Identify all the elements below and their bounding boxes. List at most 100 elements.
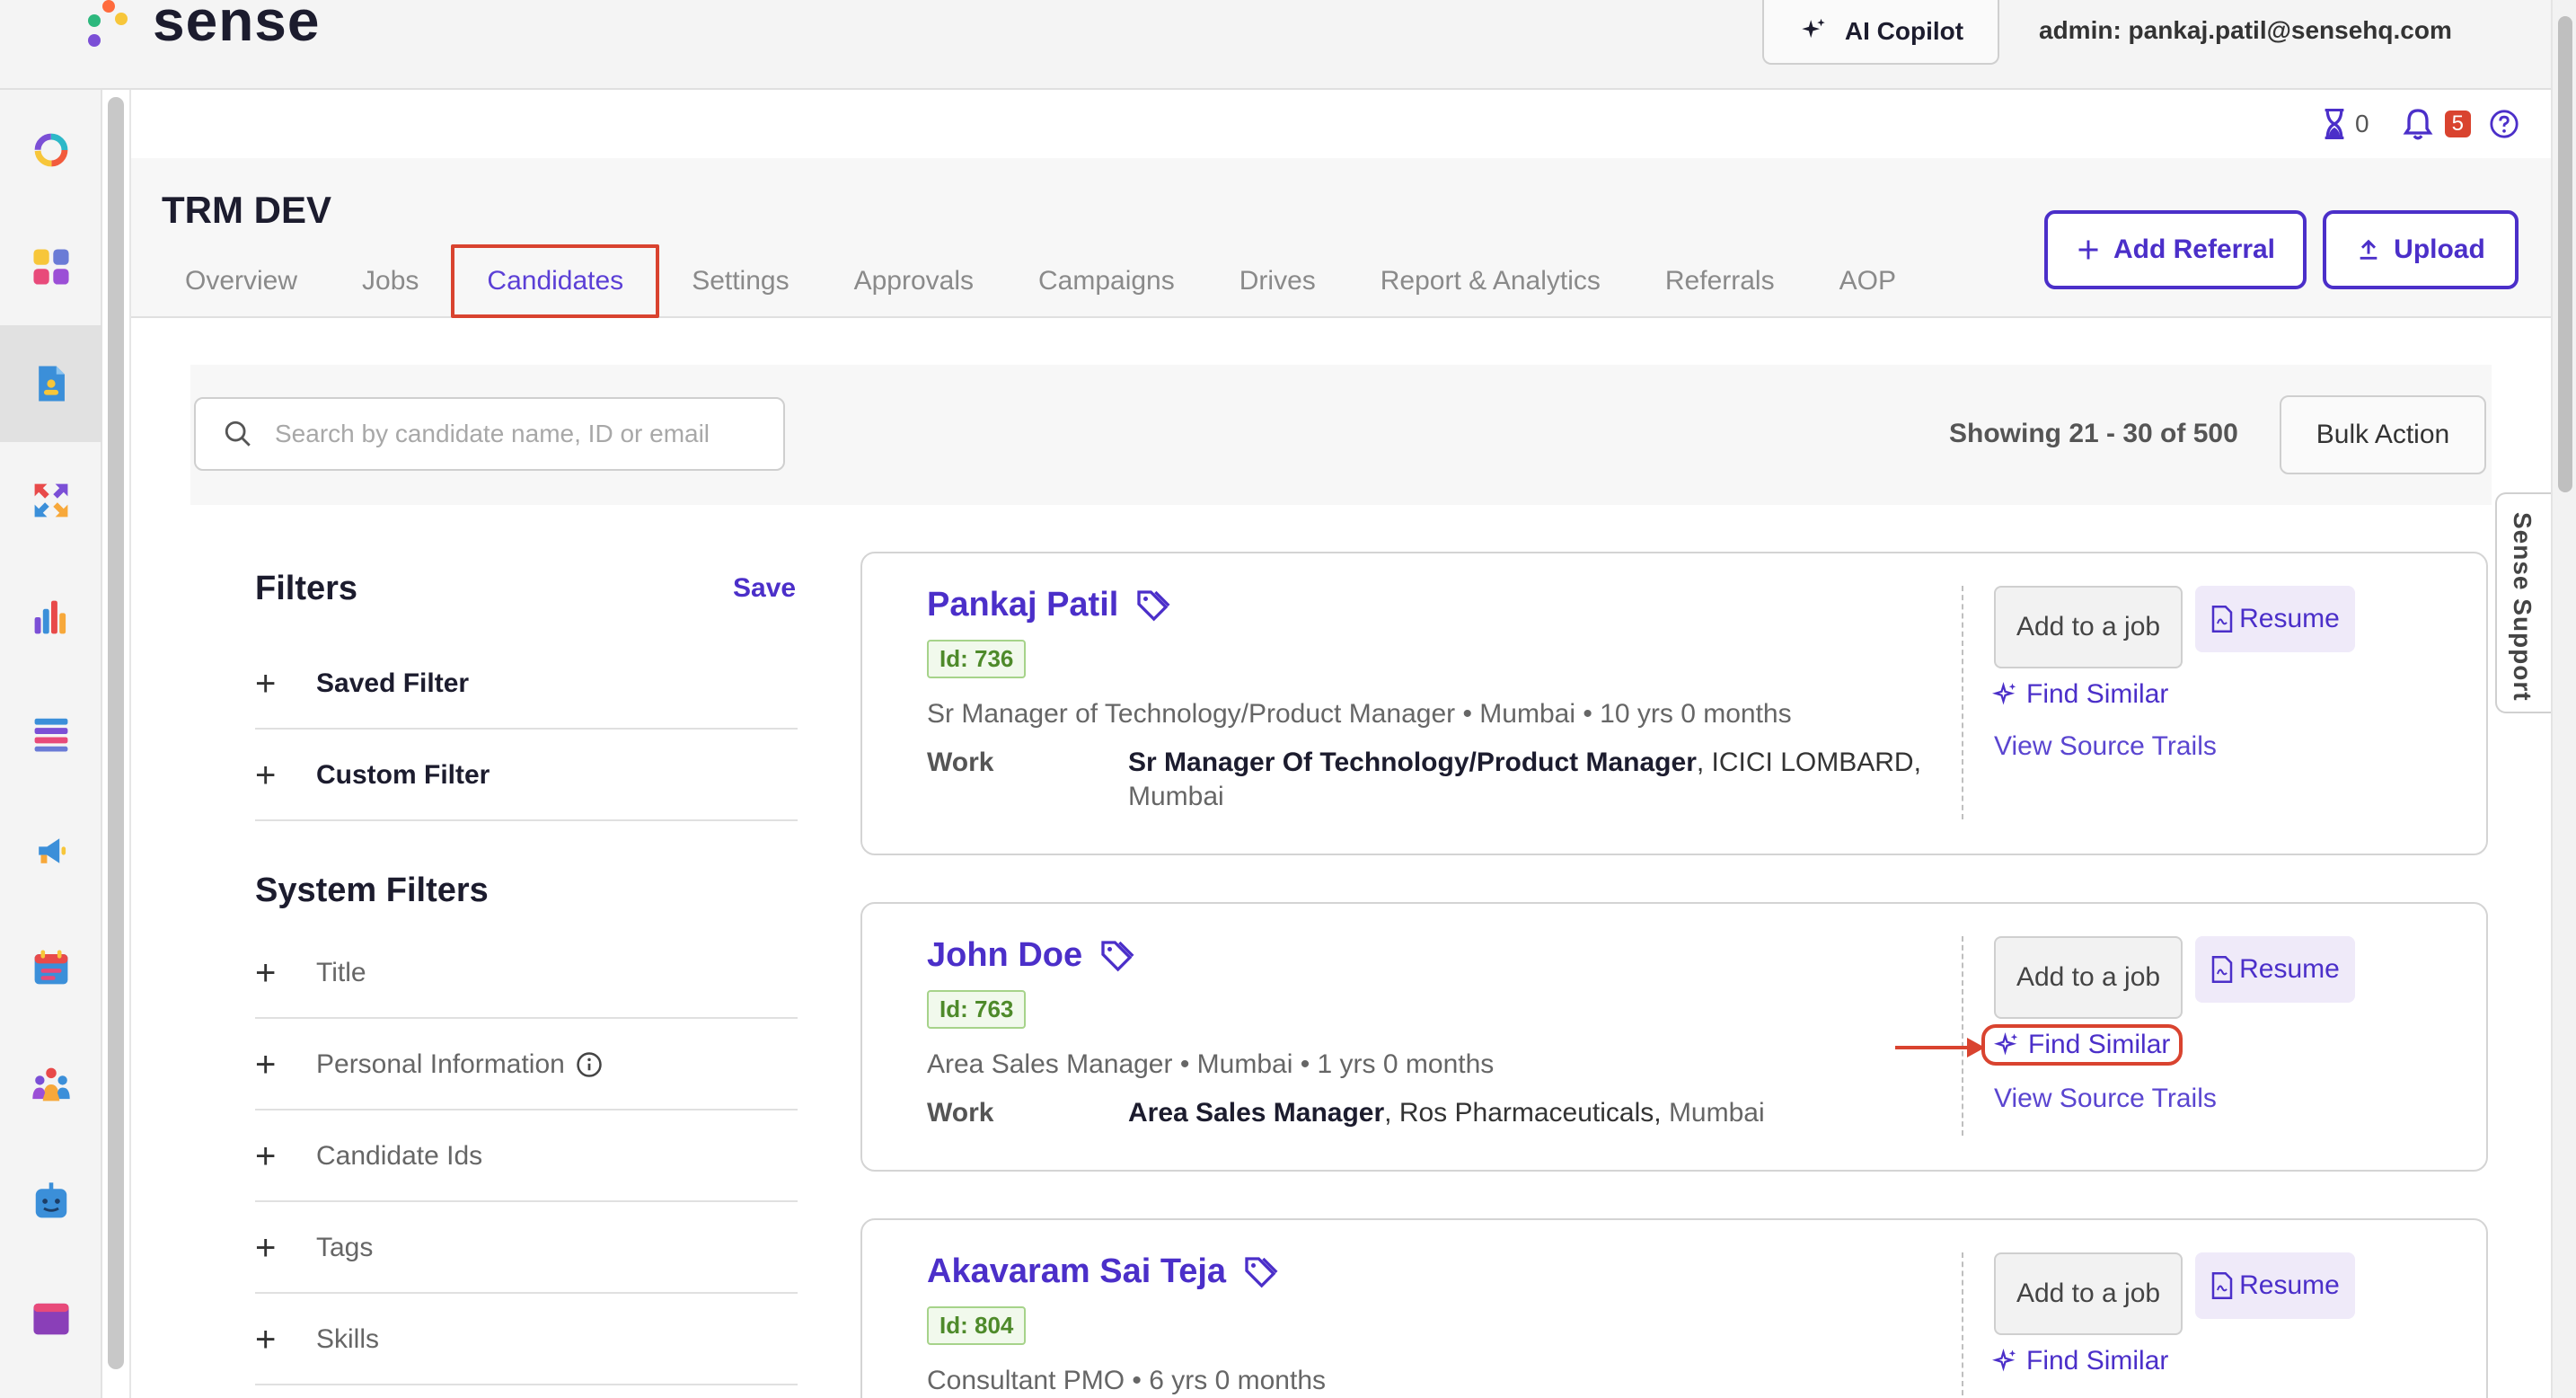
plus-icon: + [255,952,277,993]
upload-icon [2360,239,2378,260]
apps-grid-icon [33,249,69,285]
filter-label: Personal Information [316,1049,565,1079]
page-scrollbar[interactable] [2551,0,2576,1398]
custom-filter-row[interactable]: + Custom Filter [255,731,798,821]
tab-overview[interactable]: Overview [153,244,330,318]
tag-icon[interactable] [1098,938,1134,974]
sense-logo[interactable]: sense [84,0,320,58]
info-icon[interactable] [576,1051,603,1078]
bot-icon [35,1182,67,1218]
candidate-name-row: John Doe [927,936,1134,975]
sparkle-icon [1992,682,2016,705]
section-tabs: Overview Jobs Candidates Settings Approv… [153,244,1928,318]
candidate-search-box[interactable] [194,397,785,471]
resume-button[interactable]: Resume [2195,936,2355,1003]
resume-button[interactable]: Resume [2195,586,2355,652]
top-bar: sense AI Copilot admin: pankaj.patil@sen… [0,0,2551,90]
team-icon [32,1067,70,1102]
filter-title-row[interactable]: + Title [255,929,798,1019]
sense-support-label: Sense Support [2509,512,2536,702]
bulk-action-button[interactable]: Bulk Action [2280,395,2486,474]
filters-title: Filters [255,570,358,607]
bell-icon[interactable] [2400,106,2436,142]
nav-item-candidates[interactable] [0,325,102,442]
filter-tags-row[interactable]: + Tags [255,1204,798,1294]
add-referral-button[interactable]: Add Referral [2044,210,2307,289]
candidate-name-link[interactable]: Pankaj Patil [927,586,1118,624]
find-similar-link-highlighted[interactable]: Find Similar [1981,1024,2183,1066]
nav-item-browser[interactable] [0,1260,102,1376]
page-title: TRM DEV [162,189,331,231]
work-location: Mumbai [1661,1098,1765,1128]
nav-item-lists[interactable] [0,676,102,792]
candidate-document-icon [39,366,65,402]
tab-candidates[interactable]: Candidates [451,244,660,318]
nav-item-referrals[interactable] [0,442,102,559]
plus-icon [2078,240,2098,260]
candidate-name-link[interactable]: Akavaram Sai Teja [927,1252,1226,1291]
hourglass-icon[interactable] [2323,109,2346,139]
nav-item-calendar[interactable] [0,909,102,1026]
upload-button[interactable]: Upload [2323,210,2519,289]
find-similar-link[interactable]: Find Similar [1992,679,2168,710]
work-title: Area Sales Manager [1128,1098,1385,1128]
work-label: Work [927,1098,994,1128]
pdf-file-icon [2211,956,2233,983]
nav-item-campaigns[interactable] [0,792,102,909]
filter-personal-info-row[interactable]: + Personal Information [255,1021,798,1110]
admin-account[interactable]: admin: pankaj.patil@sensehq.com [2039,16,2452,45]
candidate-name-row: Pankaj Patil [927,586,1170,624]
nav-item-teams[interactable] [0,1026,102,1143]
ai-copilot-button[interactable]: AI Copilot [1762,0,1999,65]
nav-item-apps[interactable] [0,208,102,325]
candidate-id-badge: Id: 804 [927,1306,1027,1345]
sparkle-icon [1992,1349,2016,1372]
filter-skills-row[interactable]: + Skills [255,1296,798,1385]
tab-settings[interactable]: Settings [659,244,821,318]
tab-approvals[interactable]: Approvals [822,244,1006,318]
saved-filter-row[interactable]: + Saved Filter [255,640,798,730]
saved-filter-label: Saved Filter [316,668,470,698]
work-details: Area Sales Manager, Ros Pharmaceuticals,… [1128,1096,1936,1130]
tag-icon[interactable] [1242,1254,1278,1290]
logo-text: sense [153,0,321,53]
filter-candidate-ids-row[interactable]: + Candidate Ids [255,1112,798,1202]
tab-referrals[interactable]: Referrals [1633,244,1807,318]
plus-icon: + [255,663,277,703]
tag-icon[interactable] [1134,588,1170,624]
tab-campaigns[interactable]: Campaigns [1006,244,1207,318]
resume-button[interactable]: Resume [2195,1252,2355,1319]
tab-report-analytics[interactable]: Report & Analytics [1348,244,1633,318]
candidate-search-input[interactable] [275,420,778,448]
help-icon[interactable] [2489,109,2519,139]
view-source-trails-link[interactable]: View Source Trails [1994,1084,2217,1114]
megaphone-icon [39,838,66,863]
nav-item-dashboard[interactable] [0,92,102,208]
find-similar-link[interactable]: Find Similar [1992,1346,2168,1376]
nav-item-bot[interactable] [0,1143,102,1260]
sense-support-tab[interactable]: Sense Support [2495,492,2551,713]
add-to-job-button[interactable]: Add to a job [1994,1252,2183,1335]
nav-scrollbar[interactable] [108,97,124,1369]
add-to-job-button[interactable]: Add to a job [1994,586,2183,668]
save-filter-button[interactable]: Save [733,573,796,604]
candidate-summary: Consultant PMO • 6 yrs 0 months [927,1366,1327,1395]
plus-icon: + [255,1044,277,1084]
tab-drives[interactable]: Drives [1207,244,1348,318]
work-label: Work [927,748,994,777]
page-scrollbar-thumb[interactable] [2558,16,2572,492]
pdf-file-icon [2211,1272,2233,1299]
calendar-icon [34,950,68,985]
sparkle-icon [1802,18,1825,39]
notification-count-badge: 5 [2444,111,2471,137]
candidate-name-link[interactable]: John Doe [927,936,1082,975]
tab-aop[interactable]: AOP [1807,244,1928,318]
browser-window-icon [33,1303,69,1335]
add-to-job-button[interactable]: Add to a job [1994,936,2183,1019]
tab-jobs[interactable]: Jobs [330,244,451,318]
nav-item-analytics[interactable] [0,559,102,676]
work-details: Sr Manager Of Technology/Product Manager… [1128,746,1936,814]
filter-label: Candidate Ids [316,1141,483,1171]
dashboard-ring-icon [34,133,68,167]
view-source-trails-link[interactable]: View Source Trails [1994,731,2217,762]
